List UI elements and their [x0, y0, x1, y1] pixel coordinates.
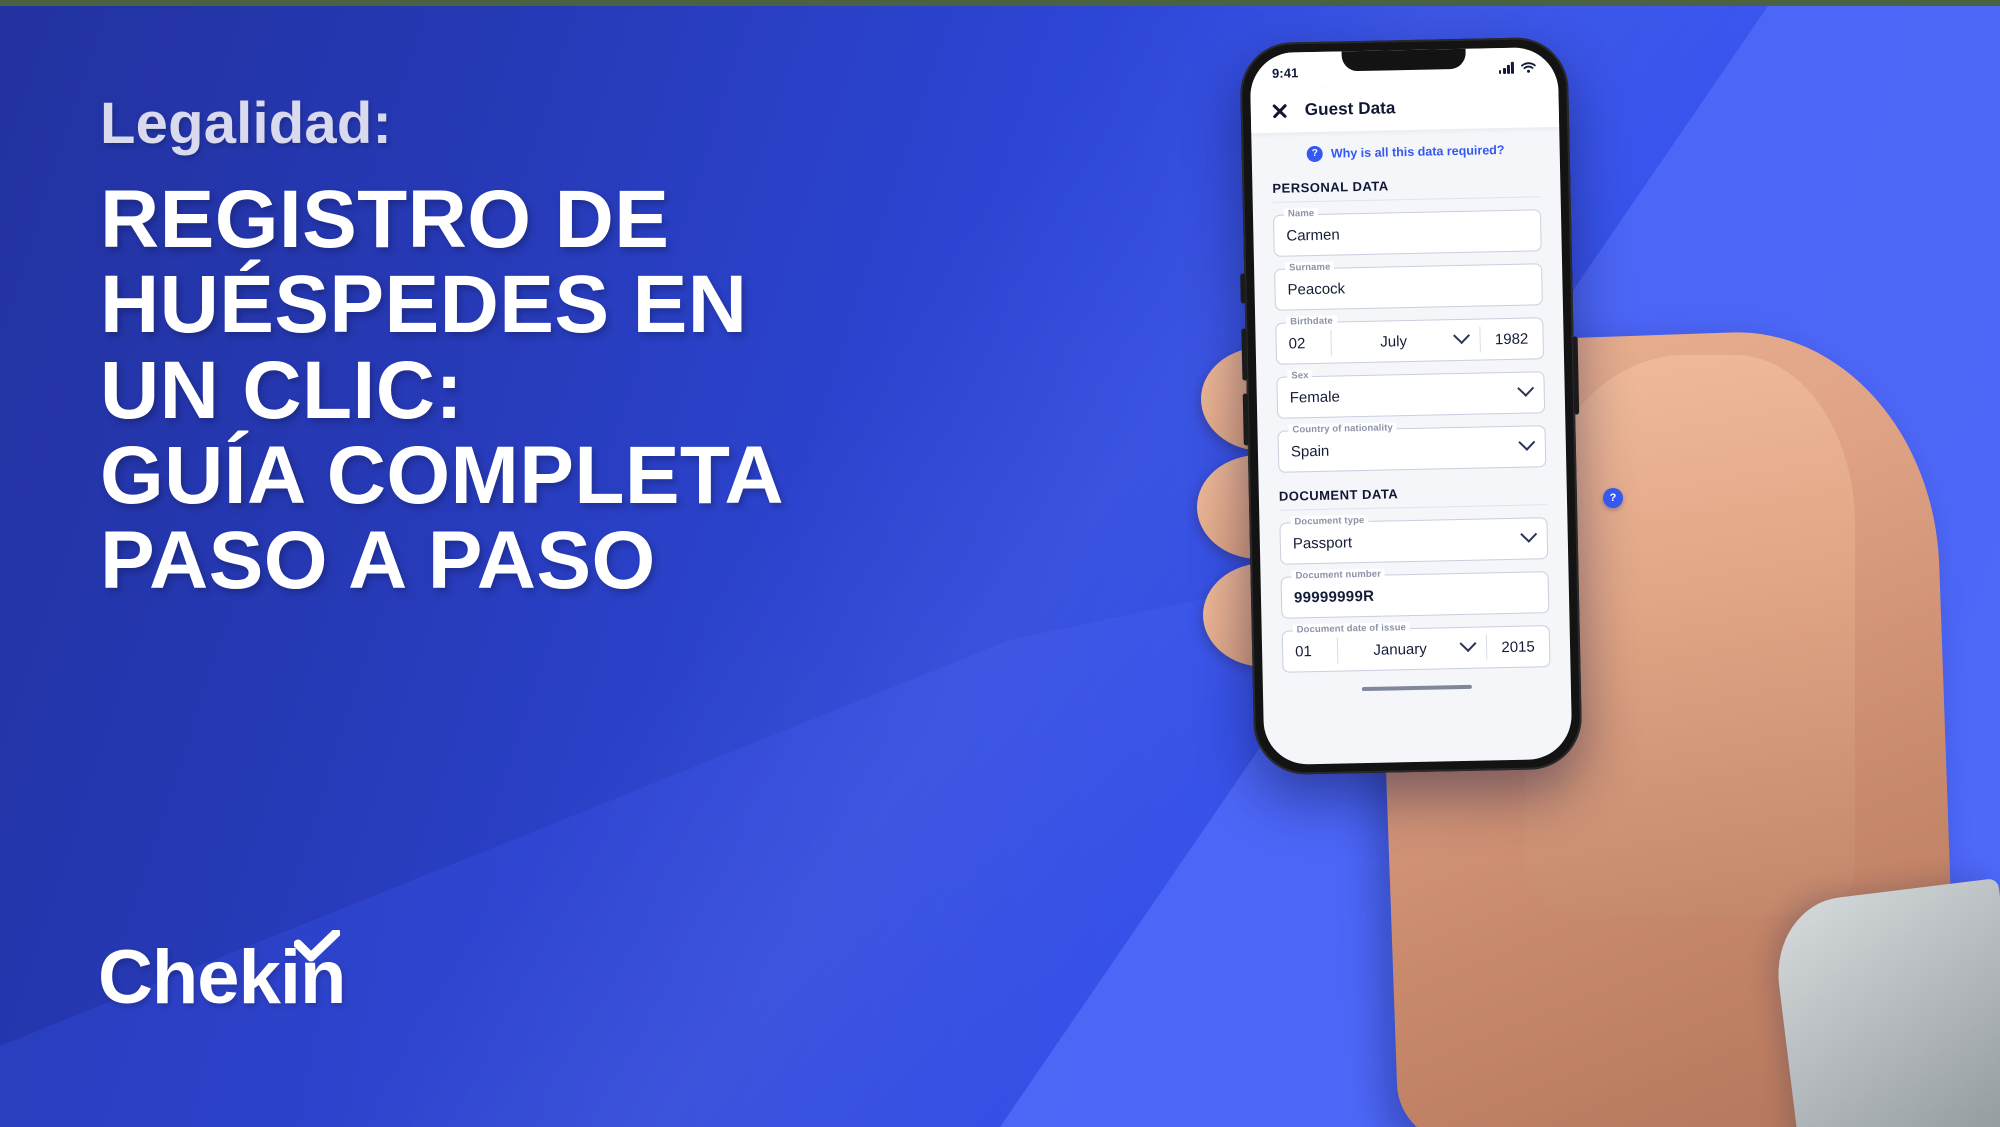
- mute-switch[interactable]: [1240, 273, 1246, 304]
- hero-copy: Legalidad: REGISTRO DE HUÉSPEDES EN UN C…: [100, 91, 1100, 607]
- document-date-year-value: 2015: [1501, 637, 1535, 656]
- sex-select-value: Female: [1289, 387, 1340, 407]
- volume-up-button[interactable]: [1241, 328, 1248, 381]
- document-date-day[interactable]: 01: [1283, 631, 1338, 672]
- surname-field-value: Peacock: [1287, 279, 1346, 299]
- top-edge-strip: [0, 0, 2000, 6]
- document-type-label: Document type: [1290, 514, 1369, 528]
- document-date-month-value: January: [1373, 640, 1427, 659]
- sex-select[interactable]: Sex Female: [1276, 370, 1546, 419]
- section-title: DOCUMENT DATA: [1278, 486, 1399, 504]
- form-content: ? Why is all this data required? PERSONA…: [1251, 127, 1571, 711]
- headline-line-5: PASO A PASO: [100, 515, 656, 607]
- country-select-value: Spain: [1290, 442, 1330, 461]
- document-date-month-select[interactable]: January: [1338, 627, 1487, 670]
- volume-down-button[interactable]: [1242, 393, 1249, 446]
- birthdate-day-value: 02: [1288, 334, 1306, 353]
- document-type-select[interactable]: Document type Passport: [1279, 514, 1549, 565]
- why-data-required-label: Why is all this data required?: [1330, 142, 1505, 161]
- section-title: PERSONAL DATA: [1272, 178, 1389, 196]
- section-divider: [1272, 196, 1541, 203]
- birthdate-day[interactable]: 02: [1276, 323, 1331, 364]
- surname-field-label: Surname: [1284, 261, 1335, 274]
- name-field-label: Name: [1283, 207, 1319, 220]
- surname-field[interactable]: Surname Peacock: [1274, 261, 1543, 311]
- birthdate-year[interactable]: 1982: [1480, 318, 1543, 359]
- phone-notch: [1341, 46, 1466, 72]
- cellular-signal-icon: [1498, 61, 1515, 75]
- country-of-nationality-select[interactable]: Country of nationality Spain: [1277, 422, 1547, 473]
- screen-title: Guest Data: [1304, 98, 1396, 120]
- phone-screen: 9:41 Guest Data ? Why is all this data r…: [1249, 46, 1573, 766]
- headline-line-4: GUÍA COMPLETA: [100, 429, 784, 521]
- document-date-of-issue-field[interactable]: Document date of issue 01 January 2015: [1281, 622, 1551, 673]
- section-document-data: DOCUMENT DATA Document type Passport Doc…: [1259, 483, 1571, 673]
- document-number-field[interactable]: Document number 99999999R: [1280, 568, 1550, 619]
- brand-logo: Chekin: [98, 930, 346, 1016]
- document-date-day-value: 01: [1294, 642, 1312, 660]
- chevron-down-icon: [1517, 379, 1535, 397]
- headline-line-1: REGISTRO DE: [100, 174, 670, 265]
- smartphone-device: 9:41 Guest Data ? Why is all this data r…: [1239, 36, 1583, 776]
- section-personal-data: PERSONAL DATA Name Carmen Surname Peacoc…: [1252, 175, 1566, 473]
- headline-line-3: UN CLIC:: [100, 344, 464, 436]
- chevron-down-icon: [1518, 433, 1536, 451]
- name-field[interactable]: Name Carmen: [1272, 207, 1542, 257]
- close-icon[interactable]: [1271, 101, 1289, 119]
- sweater-cuff: [1769, 877, 2000, 1127]
- document-number-label: Document number: [1291, 568, 1386, 582]
- check-icon: [294, 930, 340, 962]
- headline-line-2: HUÉSPEDES EN: [100, 259, 748, 351]
- birthdate-month-select[interactable]: July: [1331, 320, 1480, 363]
- document-type-value: Passport: [1292, 533, 1353, 553]
- birthdate-field-label: Birthdate: [1286, 315, 1337, 328]
- wifi-icon: [1520, 62, 1536, 73]
- sex-select-label: Sex: [1287, 370, 1313, 382]
- name-field-value: Carmen: [1286, 225, 1340, 245]
- document-number-value: 99999999R: [1293, 587, 1375, 606]
- help-circle-icon[interactable]: ?: [1603, 488, 1623, 508]
- birthdate-year-value: 1982: [1494, 330, 1529, 348]
- question-mark-icon: ?: [1306, 145, 1324, 163]
- section-divider: [1279, 504, 1548, 511]
- document-date-year[interactable]: 2015: [1487, 626, 1550, 667]
- status-icons: [1498, 61, 1536, 75]
- eyebrow-text: Legalidad:: [100, 91, 393, 156]
- page-title: REGISTRO DE HUÉSPEDES EN UN CLIC: GUÍA C…: [100, 174, 1100, 607]
- country-select-label: Country of nationality: [1288, 422, 1397, 436]
- birthdate-month-value: July: [1380, 332, 1408, 351]
- phone-in-hand-photo: 9:41 Guest Data ? Why is all this data r…: [1197, 25, 2000, 1127]
- home-indicator: [1361, 684, 1472, 692]
- chevron-down-icon: [1520, 525, 1538, 543]
- why-data-required-link[interactable]: ? Why is all this data required?: [1251, 127, 1560, 175]
- birthdate-field[interactable]: Birthdate 02 July 1982: [1275, 315, 1545, 365]
- app-navigation-bar: Guest Data: [1250, 82, 1560, 134]
- status-clock: 9:41: [1271, 64, 1299, 81]
